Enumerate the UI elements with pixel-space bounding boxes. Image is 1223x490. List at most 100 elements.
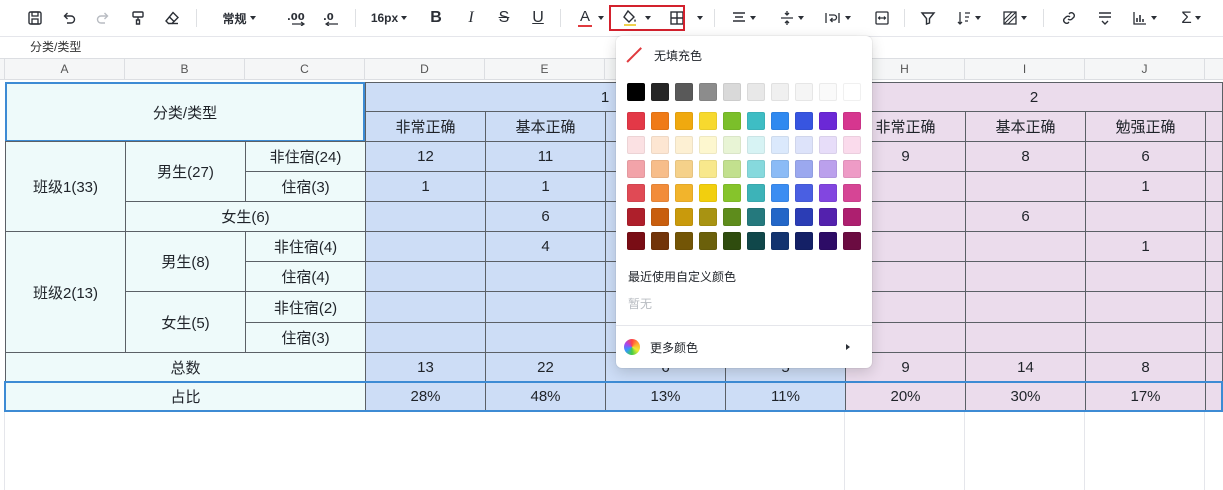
cell-i8[interactable]: 6	[965, 201, 1086, 232]
color-swatch[interactable]	[843, 232, 861, 250]
ratio-f[interactable]: 13%	[605, 382, 726, 411]
color-swatch[interactable]	[771, 83, 789, 101]
header-i-basic-correct[interactable]: 基本正确	[965, 111, 1086, 142]
color-swatch[interactable]	[651, 160, 669, 178]
italic-button[interactable]: I	[461, 5, 481, 31]
color-swatch[interactable]	[771, 136, 789, 154]
cell-i6[interactable]: 8	[965, 141, 1086, 172]
color-swatch[interactable]	[819, 232, 837, 250]
color-swatch[interactable]	[843, 208, 861, 226]
cell-k7[interactable]	[1205, 171, 1223, 202]
freeze-icon[interactable]	[1094, 5, 1116, 31]
cell-e12[interactable]	[485, 322, 606, 353]
font-size-dropdown[interactable]: 16px	[367, 5, 411, 31]
cell-i11[interactable]	[965, 291, 1086, 323]
class-2-boys-nonresident-label[interactable]: 非住宿(4)	[245, 231, 366, 262]
save-icon[interactable]	[24, 5, 46, 31]
color-swatch[interactable]	[651, 83, 669, 101]
color-swatch[interactable]	[723, 160, 741, 178]
color-swatch[interactable]	[747, 83, 765, 101]
color-swatch[interactable]	[795, 232, 813, 250]
group-2-header[interactable]: 2	[845, 82, 1223, 112]
cell-k10[interactable]	[1205, 261, 1223, 292]
total-i[interactable]: 14	[965, 352, 1086, 383]
class-1-boys-resident-label[interactable]: 住宿(3)	[245, 171, 366, 202]
color-swatch[interactable]	[699, 112, 717, 130]
color-swatch[interactable]	[819, 83, 837, 101]
cell-i12[interactable]	[965, 322, 1086, 353]
color-swatch[interactable]	[723, 208, 741, 226]
color-swatch[interactable]	[747, 136, 765, 154]
vertical-align-dropdown[interactable]	[776, 5, 806, 31]
column-header-k[interactable]	[1205, 58, 1223, 80]
column-header-i[interactable]: I	[965, 58, 1085, 80]
color-swatch[interactable]	[675, 112, 693, 130]
cell-j10[interactable]	[1085, 261, 1206, 292]
number-format-dropdown[interactable]: 常规	[218, 5, 260, 31]
cell-e11[interactable]	[485, 291, 606, 323]
function-dropdown[interactable]: Σ	[1176, 5, 1206, 31]
conditional-format-dropdown[interactable]	[998, 5, 1030, 31]
color-swatch[interactable]	[747, 112, 765, 130]
color-swatch[interactable]	[723, 83, 741, 101]
class-1-girls-label[interactable]: 女生(6)	[125, 201, 366, 232]
header-d-very-correct[interactable]: 非常正确	[365, 111, 486, 142]
filter-icon[interactable]	[918, 5, 938, 31]
column-header-c[interactable]: C	[245, 58, 365, 80]
color-swatch[interactable]	[819, 208, 837, 226]
color-swatch[interactable]	[627, 136, 645, 154]
color-swatch[interactable]	[795, 184, 813, 202]
ratio-e[interactable]: 48%	[485, 382, 606, 411]
color-swatch[interactable]	[699, 83, 717, 101]
ratio-g[interactable]: 11%	[725, 382, 846, 411]
color-swatch[interactable]	[795, 160, 813, 178]
clear-format-icon[interactable]	[161, 5, 183, 31]
more-colors-option[interactable]: 更多颜色	[624, 336, 864, 358]
cell-j8[interactable]	[1085, 201, 1206, 232]
color-swatch[interactable]	[675, 160, 693, 178]
cell-e10[interactable]	[485, 261, 606, 292]
color-swatch[interactable]	[843, 112, 861, 130]
redo-icon[interactable]	[92, 5, 114, 31]
column-header-j[interactable]: J	[1085, 58, 1205, 80]
cell-k11[interactable]	[1205, 291, 1223, 323]
cell-reference-bar[interactable]: 分类/类型	[0, 36, 1223, 58]
increase-decimal-button[interactable]: .00	[286, 5, 310, 31]
cell-d8[interactable]	[365, 201, 486, 232]
color-swatch[interactable]	[843, 184, 861, 202]
underline-button[interactable]: U	[528, 5, 548, 31]
sort-dropdown[interactable]	[952, 5, 984, 31]
cell-j12[interactable]	[1085, 322, 1206, 353]
color-swatch[interactable]	[675, 232, 693, 250]
color-swatch[interactable]	[723, 112, 741, 130]
color-swatch[interactable]	[843, 160, 861, 178]
color-swatch[interactable]	[651, 136, 669, 154]
color-swatch[interactable]	[675, 208, 693, 226]
text-wrap-dropdown[interactable]	[821, 5, 853, 31]
class-1-boys-nonresident-label[interactable]: 非住宿(24)	[245, 141, 366, 172]
cell-d10[interactable]	[365, 261, 486, 292]
cell-d9[interactable]	[365, 231, 486, 262]
color-swatch[interactable]	[843, 136, 861, 154]
header-category-cell[interactable]: 分类/类型	[5, 82, 365, 142]
color-swatch[interactable]	[795, 83, 813, 101]
color-swatch[interactable]	[651, 232, 669, 250]
color-swatch[interactable]	[747, 232, 765, 250]
class-2-label[interactable]: 班级2(13)	[5, 231, 126, 353]
color-swatch[interactable]	[699, 184, 717, 202]
cell-k9[interactable]	[1205, 231, 1223, 262]
cell-d6[interactable]: 12	[365, 141, 486, 172]
color-swatch[interactable]	[747, 160, 765, 178]
no-fill-option[interactable]: 无填充色	[626, 44, 702, 66]
color-swatch[interactable]	[795, 208, 813, 226]
ratio-k[interactable]	[1205, 382, 1223, 411]
total-k[interactable]	[1205, 352, 1223, 383]
class-2-girls-label[interactable]: 女生(5)	[125, 291, 246, 353]
ratio-label[interactable]: 占比	[5, 382, 366, 411]
color-swatch[interactable]	[771, 184, 789, 202]
column-header-d[interactable]: D	[365, 58, 485, 80]
color-swatch[interactable]	[795, 136, 813, 154]
total-e[interactable]: 22	[485, 352, 606, 383]
color-swatch[interactable]	[771, 208, 789, 226]
color-swatch[interactable]	[771, 160, 789, 178]
